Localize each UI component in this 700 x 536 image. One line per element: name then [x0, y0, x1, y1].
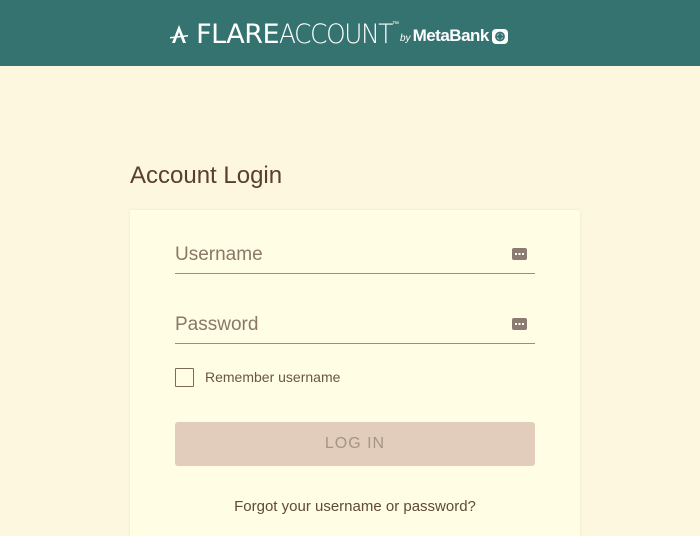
brand-by: by — [400, 32, 411, 44]
password-field — [175, 304, 535, 344]
login-card: Remember username LOG IN Forgot your use… — [130, 210, 580, 536]
flare-account-logo[interactable]: FLARE ACCOUNT ™ by MetaBank — [168, 19, 508, 50]
trademark: ™ — [392, 20, 399, 28]
username-field — [175, 234, 535, 274]
metabank-brand: MetaBank — [412, 26, 490, 45]
username-input[interactable] — [175, 240, 505, 270]
password-input[interactable] — [175, 310, 505, 340]
forgot-credentials-link[interactable]: Forgot your username or password? — [130, 498, 580, 515]
metabank-badge-icon — [491, 28, 508, 44]
login-button[interactable]: LOG IN — [175, 422, 535, 466]
page-title: Account Login — [130, 162, 283, 189]
remember-username[interactable]: Remember username — [175, 368, 340, 387]
key-icon[interactable] — [512, 248, 527, 260]
top-header: FLARE ACCOUNT ™ by MetaBank — [0, 0, 700, 66]
brand-primary: FLARE — [196, 18, 280, 50]
remember-checkbox[interactable] — [175, 368, 194, 387]
brand-secondary: ACCOUNT — [279, 18, 393, 50]
remember-label: Remember username — [205, 368, 341, 385]
flare-logo-icon — [170, 25, 189, 43]
key-icon[interactable] — [512, 318, 527, 330]
